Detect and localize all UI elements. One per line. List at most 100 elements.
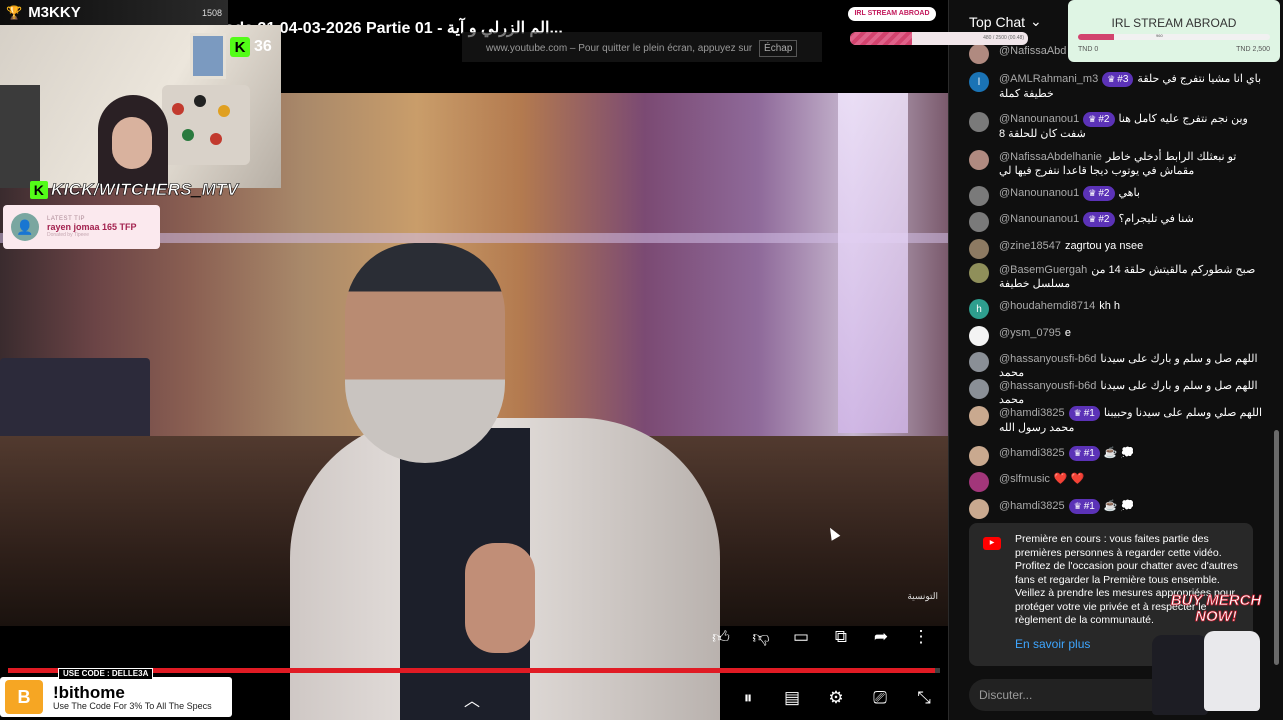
chat-message-body: @hamdi3825 ♛ #1 اللهم صلي وسلم على سيدنا وح… (999, 406, 1269, 435)
chat-username[interactable]: @Nanounanou1 (999, 213, 1079, 225)
kick-logo-icon: K (230, 37, 250, 57)
chat-username[interactable]: @BasemGuergah (999, 264, 1087, 276)
chat-message[interactable]: @hassanyousfi-b6d اللهم صل و سلم و بارك ع… (969, 379, 1269, 407)
user-avatar[interactable] (969, 212, 989, 232)
crown-icon: ♛ (1088, 214, 1097, 224)
chat-text: e (1064, 327, 1072, 339)
user-avatar[interactable] (969, 239, 989, 259)
chat-message[interactable]: @slfmusic ❤️ ❤️ (969, 472, 1269, 492)
kick-viewer-counter: K 36 (230, 36, 272, 58)
tipper-avatar: 👤 (11, 213, 39, 241)
channel-watermark: التونسية (907, 591, 938, 601)
badge-rank: #1 (1083, 448, 1095, 459)
chat-message-body: @Nanounanou1 ♛ #2 وين نجم نتفرج عليه كامل ه… (999, 112, 1269, 141)
user-avatar[interactable]: h (969, 299, 989, 319)
like-icon[interactable]: 👍︎ (708, 625, 734, 649)
chat-message[interactable]: @NafissaAbdelhanie تو نبعثلك الرابط أدخلي… (969, 150, 1269, 178)
chat-username[interactable]: @NafissaAbdelhanie (999, 151, 1102, 163)
more-icon[interactable]: ⋮ (908, 625, 934, 649)
merch-promo: BUY MERCH NOW! (1146, 591, 1266, 720)
user-avatar[interactable] (969, 263, 989, 283)
chat-message-body: @NafissaAbd (999, 44, 1070, 64)
badge-rank: #1 (1083, 408, 1095, 419)
streamer-count: 1508 (201, 7, 222, 18)
user-avatar[interactable] (969, 352, 989, 372)
chat-input[interactable]: Discuter... (969, 679, 1169, 711)
user-avatar[interactable] (969, 472, 989, 492)
chat-message[interactable]: @zine18547 zagrtou ya nsee (969, 239, 1269, 259)
kick-handle: K KICK/WITCHERS_MTV (30, 180, 238, 200)
chat-username[interactable]: @hassanyousfi-b6d (999, 380, 1096, 392)
user-avatar[interactable] (969, 44, 989, 64)
chat-username[interactable]: @hassanyousfi-b6d (999, 353, 1096, 365)
irl-goal-mini-amount: 480 / 2500 (00.48) (983, 35, 1024, 41)
chat-username[interactable]: @AMLRahmani_m3 (999, 73, 1098, 85)
chat-message[interactable]: @ysm_0795 e (969, 326, 1269, 346)
fullscreen-hint: www.youtube.com – Pour quitter le plein … (462, 32, 822, 62)
user-avatar[interactable]: l (969, 72, 989, 92)
chat-message-body: @Nanounanou1 ♛ #2 باهي (999, 186, 1140, 206)
chat-username[interactable]: @Nanounanou1 (999, 187, 1079, 199)
user-avatar[interactable] (969, 379, 989, 399)
user-avatar[interactable] (969, 150, 989, 170)
chevron-up-icon[interactable]: ︿ (464, 687, 480, 711)
chat-username[interactable]: @slfmusic (999, 473, 1050, 485)
chat-username[interactable]: @zine18547 (999, 240, 1061, 252)
crown-badge: ♛ #3 (1102, 72, 1134, 87)
crown-badge: ♛ #1 (1068, 446, 1100, 461)
user-avatar[interactable] (969, 112, 989, 132)
comment-icon[interactable]: ▭ (788, 625, 814, 649)
chat-username[interactable]: @Nanounanou1 (999, 113, 1079, 125)
chat-mode-selector[interactable]: Top Chat ⌄ (969, 13, 1042, 30)
irl-goal-widget: IRL STREAM ABROAD 960 TND 0 TND 2,500 (1068, 0, 1280, 62)
chat-message-body: @hassanyousfi-b6d اللهم صل و سلم و بارك ع… (999, 379, 1269, 407)
chat-message-body: @hassanyousfi-b6d اللهم صل و سلم و بارك ع… (999, 352, 1269, 380)
chat-message-body: @slfmusic ❤️ ❤️ (999, 472, 1084, 492)
chat-mode-label: Top Chat (969, 13, 1026, 30)
pause-icon[interactable]: ⏸ (735, 686, 761, 710)
bithome-logo: B (5, 680, 43, 714)
chat-message[interactable]: h @houdahemdi8714 kh h (969, 299, 1269, 319)
chat-username[interactable]: @hamdi3825 (999, 500, 1065, 512)
chat-message[interactable]: @Nanounanou1 ♛ #2 باهي (969, 186, 1269, 206)
irl-goal-mini-fill (850, 32, 913, 45)
user-avatar[interactable] (969, 186, 989, 206)
chat-username[interactable]: @NafissaAbd (999, 45, 1066, 57)
latest-tip-sub: Donated by Tipeee (47, 232, 89, 238)
chat-icon[interactable]: ⧉ (828, 625, 854, 649)
chat-text: ❤️ ❤️ (1053, 473, 1085, 485)
crown-badge: ♛ #2 (1083, 112, 1115, 127)
irl-goal-mini-bar: 480 / 2500 (00.48) (850, 32, 1028, 45)
settings-icon[interactable]: ⚙ (823, 686, 849, 710)
youtube-icon: ▶ (983, 537, 1001, 550)
crown-badge: ♛ #1 (1068, 406, 1100, 421)
player-controls: ⏸ ▤ ⚙ ⎚ ⤡ (735, 686, 937, 710)
chat-message[interactable]: @hassanyousfi-b6d اللهم صل و سلم و بارك ع… (969, 352, 1269, 380)
dislike-icon[interactable]: 👎︎ (748, 625, 774, 649)
video-player[interactable]: التونسية Fekrel Sami Fehri S06 Episode 2… (0, 0, 948, 720)
chat-username[interactable]: @hamdi3825 (999, 407, 1065, 419)
chat-message[interactable]: @BasemGuergah صبح شطوركم مالقيتش حلقة 14 … (969, 263, 1269, 291)
chat-username[interactable]: @hamdi3825 (999, 447, 1065, 459)
chat-message[interactable]: @hamdi3825 ♛ #1 ☕ 💭 (969, 499, 1269, 519)
user-avatar[interactable] (969, 499, 989, 519)
user-avatar[interactable] (969, 406, 989, 426)
irl-goal-mini-title: IRL STREAM ABROAD (848, 7, 936, 21)
latest-tip-widget: 👤 LATEST TIP rayen jomaa 165 TFP Donated… (3, 205, 160, 249)
chat-message-list[interactable]: @NafissaAbd l @AMLRahmani_m3 ♛ #3 باي انا مشي… (949, 40, 1283, 520)
share-icon[interactable]: ➦ (868, 625, 894, 649)
chat-message[interactable]: @hamdi3825 ♛ #1 ☕ 💭 (969, 446, 1269, 466)
chat-message[interactable]: @Nanounanou1 ♛ #2 شنا في تليجرام؟ (969, 212, 1269, 232)
chat-username[interactable]: @ysm_0795 (999, 327, 1061, 339)
user-avatar[interactable] (969, 326, 989, 346)
badge-rank: #2 (1098, 214, 1110, 225)
user-avatar[interactable] (969, 446, 989, 466)
cast-icon[interactable]: ⎚ (867, 686, 893, 710)
chat-message[interactable]: @hamdi3825 ♛ #1 اللهم صلي وسلم على سيدنا وح… (969, 406, 1269, 435)
chat-message[interactable]: @Nanounanou1 ♛ #2 وين نجم نتفرج عليه كامل ه… (969, 112, 1269, 141)
subtitles-icon[interactable]: ▤ (779, 686, 805, 710)
chat-message[interactable]: l @AMLRahmani_m3 ♛ #3 باي انا مشيا نتفرج في … (969, 72, 1269, 101)
chat-scrollbar[interactable] (1274, 430, 1279, 665)
exit-fullscreen-icon[interactable]: ⤡ (911, 686, 937, 710)
chat-username[interactable]: @houdahemdi8714 (999, 300, 1095, 312)
